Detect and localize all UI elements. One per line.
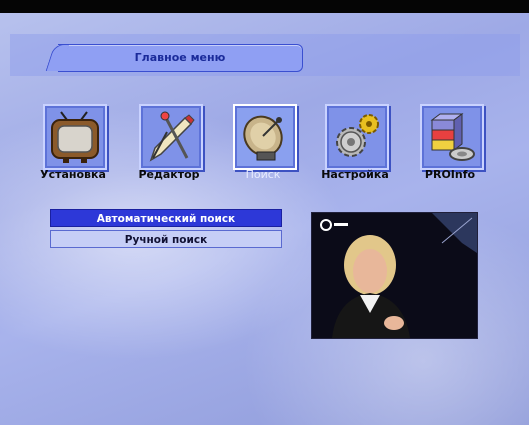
search-submenu: Автоматический поиск Ручной поиск	[50, 209, 282, 251]
menu-item-proinfo-icon-box	[420, 104, 484, 170]
menu-item-setup-icon-box	[43, 104, 107, 170]
preview-video-frame	[312, 213, 477, 338]
menu-item-search-label: Поиск	[245, 168, 281, 181]
menu-item-setup[interactable]: Установка	[40, 104, 127, 188]
menu-item-search-icon-box	[233, 104, 297, 170]
gears-icon	[336, 114, 379, 157]
page-title: Главное меню	[134, 51, 226, 64]
menu-item-editor-label: Редактор	[138, 168, 200, 181]
menu-item-proinfo-label: PROInfo	[424, 168, 476, 181]
menu-item-proinfo[interactable]: PROInfo	[420, 104, 504, 188]
auto-search-option[interactable]: Автоматический поиск	[50, 209, 282, 227]
menu-item-editor-icon-box	[139, 104, 203, 170]
menu-item-settings-icon-box	[325, 104, 389, 170]
tv-preview-window	[311, 212, 478, 339]
database-icon	[430, 113, 475, 161]
satellite-dish-icon	[243, 115, 283, 161]
top-black-bar	[0, 0, 529, 13]
main-menu-screen: Главное меню Установка Редактор Поиск На…	[0, 0, 529, 425]
edit-tools-icon	[149, 111, 195, 162]
main-menu-title-tab: Главное меню	[58, 44, 303, 72]
manual-search-option[interactable]: Ручной поиск	[50, 230, 282, 248]
menu-item-settings[interactable]: Настройка	[321, 104, 409, 188]
menu-item-editor[interactable]: Редактор	[138, 104, 223, 188]
tv-icon	[51, 111, 99, 163]
menu-item-settings-label: Настройка	[321, 168, 389, 181]
menu-item-setup-label: Установка	[40, 168, 106, 181]
